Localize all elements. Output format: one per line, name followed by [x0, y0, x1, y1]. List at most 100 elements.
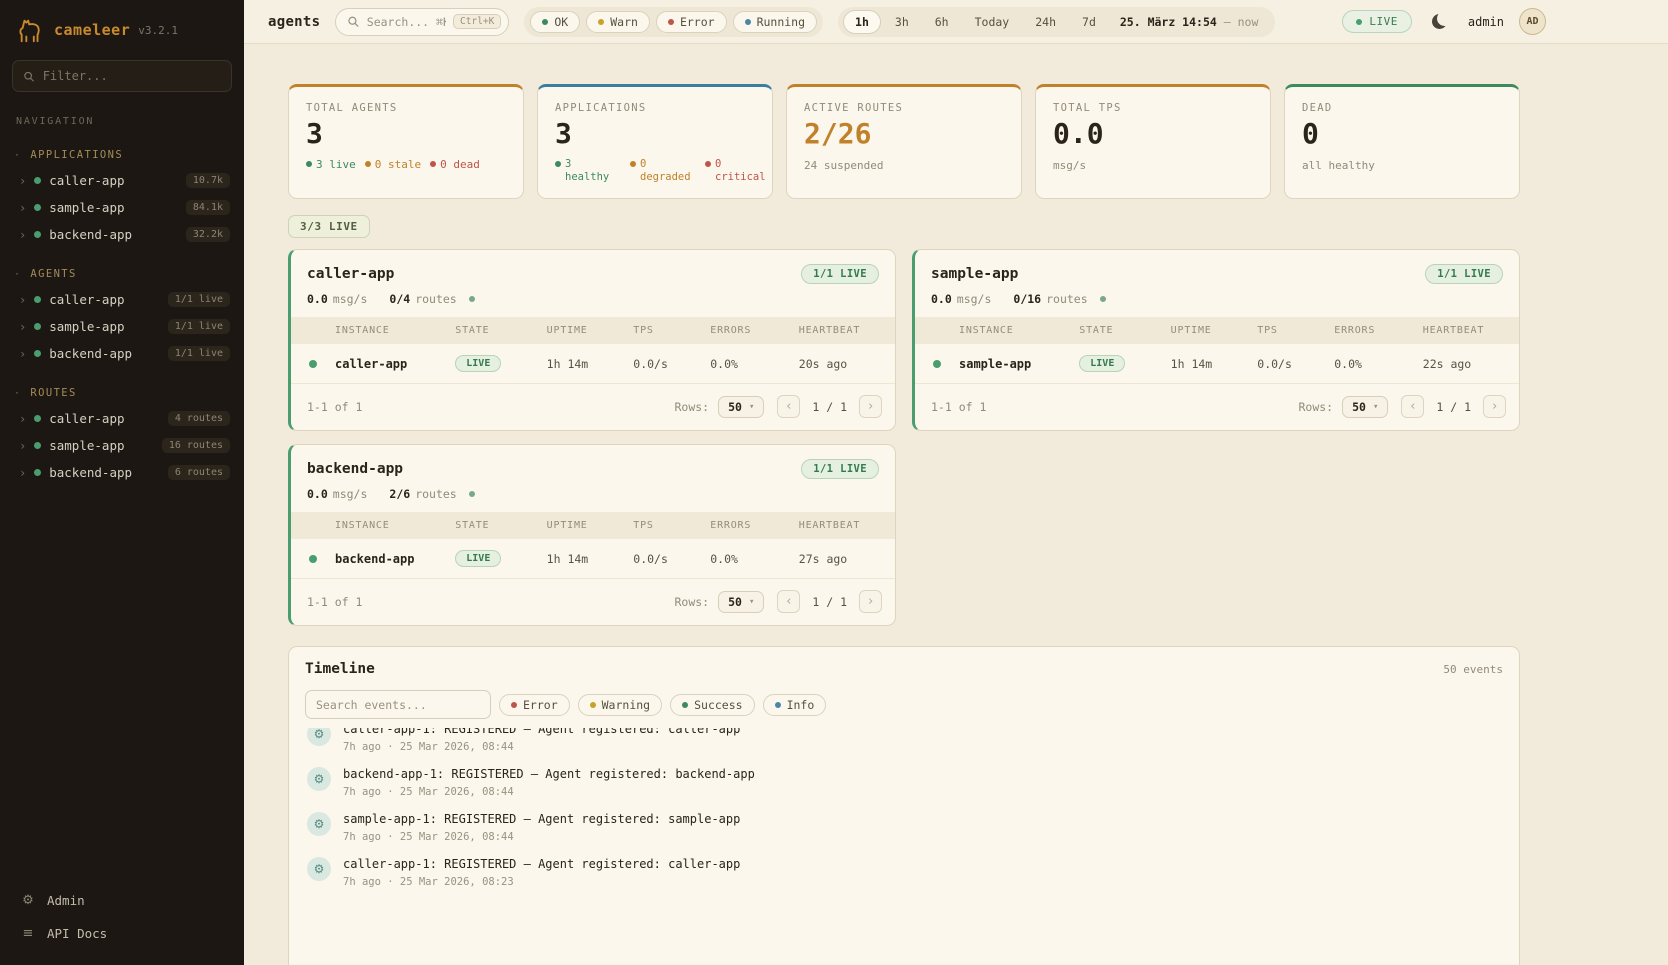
rate-value: 0.0: [931, 292, 952, 306]
avatar[interactable]: AD: [1519, 8, 1546, 35]
col-tps: TPS: [633, 520, 710, 531]
timeline-event[interactable]: ⚙ caller-app-1: REGISTERED — Agent regis…: [305, 850, 1503, 895]
filter-pill-running[interactable]: Running: [733, 11, 817, 33]
timeline-event[interactable]: ⚙ caller-app-1: REGISTERED — Agent regis…: [305, 728, 1503, 760]
stat-card-dead: DEAD 0 all healthy: [1284, 84, 1520, 199]
sparkline-dot: [469, 296, 475, 302]
section-label: ROUTES: [30, 387, 76, 399]
filter-pill-label: Info: [787, 698, 815, 712]
status-dot: [34, 350, 41, 357]
stat-label: DEAD: [1302, 102, 1502, 114]
timeline-filter-error[interactable]: Error: [499, 694, 570, 716]
sidebar-item-applications-backend-app[interactable]: › backend-app 32.2k: [12, 221, 232, 248]
col-instance: INSTANCE: [335, 520, 455, 531]
sidebar-filter-input[interactable]: [43, 69, 221, 83]
chevron-right-icon: ›: [19, 467, 26, 479]
rows-per-page-value: 50: [728, 595, 742, 609]
col-tps: TPS: [1257, 325, 1334, 336]
sidebar-item-applications-sample-app[interactable]: › sample-app 84.1k: [12, 194, 232, 221]
stat-card-total-tps: TOTAL TPS 0.0 msg/s: [1035, 84, 1271, 199]
chevron-right-icon: ›: [19, 440, 26, 452]
filter-pill-warn[interactable]: Warn: [586, 11, 650, 33]
timeline-events-list[interactable]: ⚙ caller-app-1: REGISTERED — Agent regis…: [305, 728, 1503, 965]
timeline-search-input[interactable]: [316, 698, 480, 712]
sidebar-item-admin[interactable]: ⚙ Admin: [12, 885, 232, 916]
chevron-right-icon: ›: [19, 175, 26, 187]
section-toggle-icon: ·: [14, 150, 21, 161]
sidebar-item-agents-caller-app[interactable]: › caller-app 1/1 live: [12, 286, 232, 313]
timeline-search[interactable]: [305, 690, 491, 719]
sidebar-filter[interactable]: [12, 60, 232, 92]
section-header-routes[interactable]: · ROUTES: [12, 383, 232, 405]
sidebar-item-routes-backend-app[interactable]: › backend-app 6 routes: [12, 459, 232, 486]
table-row[interactable]: sample-app LIVE 1h 14m 0.0/s 0.0% 22s ag…: [915, 344, 1519, 384]
rows-per-page-select[interactable]: 50 ▾: [718, 591, 764, 613]
stat-detail-text: 0 critical: [715, 158, 771, 185]
section-header-agents[interactable]: · AGENTS: [12, 264, 232, 286]
timeline-filter-success[interactable]: Success: [670, 694, 754, 716]
time-range-today[interactable]: Today: [963, 10, 1022, 34]
filter-pill-error[interactable]: Error: [656, 11, 727, 33]
sidebar-item-routes-sample-app[interactable]: › sample-app 16 routes: [12, 432, 232, 459]
app-card-backend-app: backend-app 1/1 LIVE 0.0 msg/s 2/6 route…: [288, 444, 896, 626]
filter-pill-label: Warning: [602, 698, 650, 712]
next-page-button[interactable]: ›: [859, 395, 882, 418]
timeline-controls: Error Warning Success Info: [305, 690, 1503, 719]
next-page-button[interactable]: ›: [859, 590, 882, 613]
sidebar-item-label: backend-app: [49, 465, 132, 480]
table-row[interactable]: backend-app LIVE 1h 14m 0.0/s 0.0% 27s a…: [291, 539, 895, 579]
time-range-6h[interactable]: 6h: [923, 10, 961, 34]
live-status-badge[interactable]: LIVE: [1342, 10, 1412, 33]
app-logo: cameleer v3.2.1: [12, 12, 232, 60]
sidebar-item-label: backend-app: [49, 346, 132, 361]
warning-dot: [590, 702, 596, 708]
filter-pill-label: Warn: [610, 15, 638, 29]
table-header: INSTANCE STATE UPTIME TPS ERRORS HEARTBE…: [291, 512, 895, 539]
rows-per-page-select[interactable]: 50 ▾: [1342, 396, 1388, 418]
cell-heartbeat: 20s ago: [799, 357, 895, 371]
rows-per-page-select[interactable]: 50 ▾: [718, 396, 764, 418]
stat-detail-text: 0 stale: [375, 158, 421, 172]
status-dot: [34, 231, 41, 238]
table-footer: 1-1 of 1 Rows: 50 ▾ ‹ 1 / 1 ›: [915, 384, 1519, 430]
sidebar-item-badge: 1/1 live: [168, 292, 230, 307]
next-page-button[interactable]: ›: [1483, 395, 1506, 418]
time-range-7d[interactable]: 7d: [1070, 10, 1108, 34]
stat-label: APPLICATIONS: [555, 102, 755, 114]
dark-mode-toggle[interactable]: [1427, 9, 1453, 35]
prev-page-button[interactable]: ‹: [1401, 395, 1424, 418]
search-input[interactable]: Search... ⌘K Ctrl+K: [335, 8, 509, 36]
stat-label: ACTIVE ROUTES: [804, 102, 1004, 114]
timeline-filter-info[interactable]: Info: [763, 694, 827, 716]
prev-page-button[interactable]: ‹: [777, 395, 800, 418]
timeline-filter-warning[interactable]: Warning: [578, 694, 662, 716]
stat-value: 0.0: [1053, 119, 1253, 150]
sidebar-item-badge: 1/1 live: [168, 319, 230, 334]
status-dot: [630, 161, 636, 167]
cell-tps: 0.0/s: [633, 357, 710, 371]
running-status-dot: [745, 19, 751, 25]
time-range-3h[interactable]: 3h: [883, 10, 921, 34]
sidebar-item-agents-backend-app[interactable]: › backend-app 1/1 live: [12, 340, 232, 367]
time-range-24h[interactable]: 24h: [1023, 10, 1068, 34]
sidebar-item-badge: 4 routes: [168, 411, 230, 426]
filter-pill-ok[interactable]: OK: [530, 11, 580, 33]
stat-label: TOTAL AGENTS: [306, 102, 506, 114]
timeline-event[interactable]: ⚙ sample-app-1: REGISTERED — Agent regis…: [305, 805, 1503, 850]
stat-card-total-agents: TOTAL AGENTS 3 3 live 0 stale 0 dead: [288, 84, 524, 199]
sidebar-item-badge: 10.7k: [186, 173, 230, 188]
sidebar-item-agents-sample-app[interactable]: › sample-app 1/1 live: [12, 313, 232, 340]
sidebar-item-routes-caller-app[interactable]: › caller-app 4 routes: [12, 405, 232, 432]
table-row[interactable]: caller-app LIVE 1h 14m 0.0/s 0.0% 20s ag…: [291, 344, 895, 384]
section-header-applications[interactable]: · APPLICATIONS: [12, 145, 232, 167]
event-time: 7h ago · 25 Mar 2026, 08:23: [343, 876, 740, 888]
app-card-sample-app: sample-app 1/1 LIVE 0.0 msg/s 0/16 route…: [912, 249, 1520, 431]
prev-page-button[interactable]: ‹: [777, 590, 800, 613]
timeline-card: Timeline 50 events Error Warning Success: [288, 646, 1520, 965]
section-toggle-icon: ·: [14, 269, 21, 280]
sidebar-item-api-docs[interactable]: ≡ API Docs: [12, 918, 232, 949]
sidebar-item-applications-caller-app[interactable]: › caller-app 10.7k: [12, 167, 232, 194]
timeline-event[interactable]: ⚙ backend-app-1: REGISTERED — Agent regi…: [305, 760, 1503, 805]
time-range-1h[interactable]: 1h: [843, 10, 881, 34]
page-indicator: 1 / 1: [812, 595, 847, 609]
